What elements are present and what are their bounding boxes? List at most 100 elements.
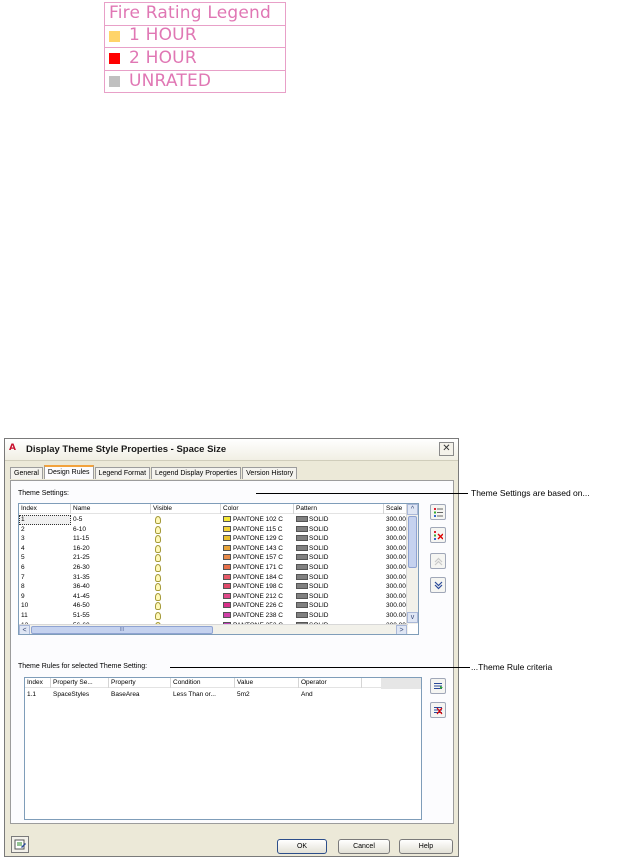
pattern-cell[interactable]: SOLID	[294, 553, 384, 563]
color-swatch-icon	[223, 563, 231, 570]
table-row[interactable]: 3 11-15 PANTONE 129 C SOLID 300.00	[19, 534, 414, 544]
callout-line-theme-rules	[170, 667, 470, 668]
cancel-button[interactable]: Cancel	[338, 839, 390, 854]
column-header[interactable]: Value	[235, 678, 299, 688]
column-header[interactable]: Condition	[171, 678, 235, 688]
lightbulb-icon[interactable]	[155, 563, 161, 572]
color-cell[interactable]: PANTONE 212 C	[221, 592, 294, 602]
lightbulb-icon[interactable]	[155, 554, 161, 563]
column-header[interactable]: Index	[19, 504, 71, 514]
table-row[interactable]: 7 31-35 PANTONE 184 C SOLID 300.00	[19, 573, 414, 583]
pattern-cell[interactable]: SOLID	[294, 592, 384, 602]
close-button[interactable]: ✕	[439, 442, 454, 456]
pattern-name: SOLID	[309, 583, 329, 591]
tab-version-history[interactable]: Version History	[242, 467, 298, 479]
color-cell[interactable]: PANTONE 184 C	[221, 573, 294, 583]
color-cell[interactable]: PANTONE 102 C	[221, 515, 294, 525]
scroll-down-icon[interactable]: v	[407, 612, 418, 623]
scroll-thumb-horizontal[interactable]: III	[31, 626, 213, 634]
table-row[interactable]: 8 36-40 PANTONE 198 C SOLID 300.00	[19, 582, 414, 592]
index-cell: 9	[21, 592, 25, 600]
move-up-button[interactable]	[430, 553, 446, 569]
scroll-up-icon[interactable]: ^	[407, 504, 418, 515]
pattern-name: SOLID	[309, 592, 329, 600]
remove-theme-rule-button[interactable]	[430, 702, 446, 718]
scroll-thumb[interactable]	[408, 516, 417, 568]
table-row[interactable]: 9 41-45 PANTONE 212 C SOLID 300.00	[19, 592, 414, 602]
pattern-cell[interactable]: SOLID	[294, 601, 384, 611]
color-cell[interactable]: PANTONE 115 C	[221, 525, 294, 535]
lightbulb-icon[interactable]	[155, 592, 161, 601]
name-cell: 51-55	[73, 611, 90, 619]
pattern-cell[interactable]: SOLID	[294, 563, 384, 573]
color-cell[interactable]: PANTONE 198 C	[221, 582, 294, 592]
column-header[interactable]: Visible	[151, 504, 221, 514]
color-name: PANTONE 184 C	[233, 573, 283, 581]
column-header[interactable]: Property Se...	[51, 678, 109, 688]
tab-legend-display-properties[interactable]: Legend Display Properties	[151, 467, 242, 479]
lightbulb-icon[interactable]	[155, 611, 161, 620]
theme-settings-grid[interactable]: Index Name Visible Color Pattern Scale 1 0-5 PA…	[18, 503, 419, 635]
legend-label: 1 HOUR	[129, 25, 197, 46]
index-cell: 6	[21, 563, 25, 571]
theme-settings-vertical-scrollbar[interactable]: ^ v	[406, 504, 418, 624]
column-header[interactable]: Operator	[299, 678, 362, 688]
lightbulb-icon[interactable]	[155, 535, 161, 544]
add-theme-rule-button[interactable]	[430, 678, 446, 694]
pattern-cell[interactable]: SOLID	[294, 611, 384, 621]
table-row[interactable]: 5 21-25 PANTONE 157 C SOLID 300.00	[19, 553, 414, 563]
table-row[interactable]: 2 6-10 PANTONE 115 C SOLID 300.00	[19, 525, 414, 535]
theme-rules-grid[interactable]: Index Property Se... Property Condition Valu…	[24, 677, 422, 820]
tab-legend-format[interactable]: Legend Format	[94, 467, 151, 479]
legend-swatch-2-hour	[109, 53, 120, 65]
table-row[interactable]: 6 26-30 PANTONE 171 C SOLID 300.00	[19, 563, 414, 573]
help-tool-button[interactable]	[11, 836, 29, 853]
column-header[interactable]: Pattern	[294, 504, 384, 514]
scroll-left-icon[interactable]: <	[19, 625, 30, 634]
remove-theme-setting-button[interactable]	[430, 527, 446, 543]
ok-button[interactable]: OK	[277, 839, 327, 854]
column-header[interactable]: Property	[109, 678, 171, 688]
help-button[interactable]: Help	[399, 839, 453, 854]
pattern-cell[interactable]: SOLID	[294, 544, 384, 554]
pattern-cell[interactable]: SOLID	[294, 573, 384, 583]
pattern-swatch-icon	[296, 563, 308, 570]
pattern-cell[interactable]: SOLID	[294, 515, 384, 525]
move-down-button[interactable]	[430, 577, 446, 593]
lightbulb-icon[interactable]	[155, 583, 161, 592]
column-header[interactable]: Color	[221, 504, 294, 514]
color-cell[interactable]: PANTONE 226 C	[221, 601, 294, 611]
pattern-cell[interactable]: SOLID	[294, 534, 384, 544]
column-header[interactable]: Index	[25, 678, 51, 688]
pattern-cell[interactable]: SOLID	[294, 525, 384, 535]
scroll-right-icon[interactable]: >	[396, 625, 407, 634]
lightbulb-icon[interactable]	[155, 544, 161, 553]
color-cell[interactable]: PANTONE 171 C	[221, 563, 294, 573]
color-cell[interactable]: PANTONE 143 C	[221, 544, 294, 554]
pattern-swatch-icon	[296, 592, 308, 599]
column-header[interactable]: Name	[71, 504, 151, 514]
color-cell[interactable]: PANTONE 157 C	[221, 553, 294, 563]
color-cell[interactable]: PANTONE 129 C	[221, 534, 294, 544]
table-row[interactable]: 11 51-55 PANTONE 238 C SOLID 300.00	[19, 611, 414, 621]
table-row[interactable]: 10 46-50 PANTONE 226 C SOLID 300.00	[19, 601, 414, 611]
tab-general[interactable]: General	[10, 467, 43, 479]
table-row[interactable]: 4 16-20 PANTONE 143 C SOLID 300.00	[19, 544, 414, 554]
dialog-titlebar[interactable]: A Display Theme Style Properties - Space…	[5, 439, 458, 461]
color-cell[interactable]: PANTONE 238 C	[221, 611, 294, 621]
close-icon: ✕	[442, 443, 451, 454]
lightbulb-icon[interactable]	[155, 516, 161, 524]
pattern-name: SOLID	[309, 563, 329, 571]
callout-theme-settings: Theme Settings are based on...	[471, 488, 590, 498]
add-theme-setting-button[interactable]	[430, 504, 446, 520]
pattern-cell[interactable]: SOLID	[294, 582, 384, 592]
condition-cell: Less Than or...	[173, 691, 216, 698]
lightbulb-icon[interactable]	[155, 573, 161, 582]
table-row[interactable]: 1 0-5 PANTONE 102 C SOLID 300.00	[19, 515, 414, 525]
theme-settings-horizontal-scrollbar[interactable]: < III >	[19, 624, 408, 634]
tab-design-rules[interactable]: Design Rules	[43, 465, 94, 479]
table-row[interactable]: 1.1 SpaceStyles BaseArea Less Than or... 5m2…	[25, 689, 362, 700]
lightbulb-icon[interactable]	[155, 602, 161, 611]
pattern-name: SOLID	[309, 544, 329, 552]
lightbulb-icon[interactable]	[155, 525, 161, 534]
